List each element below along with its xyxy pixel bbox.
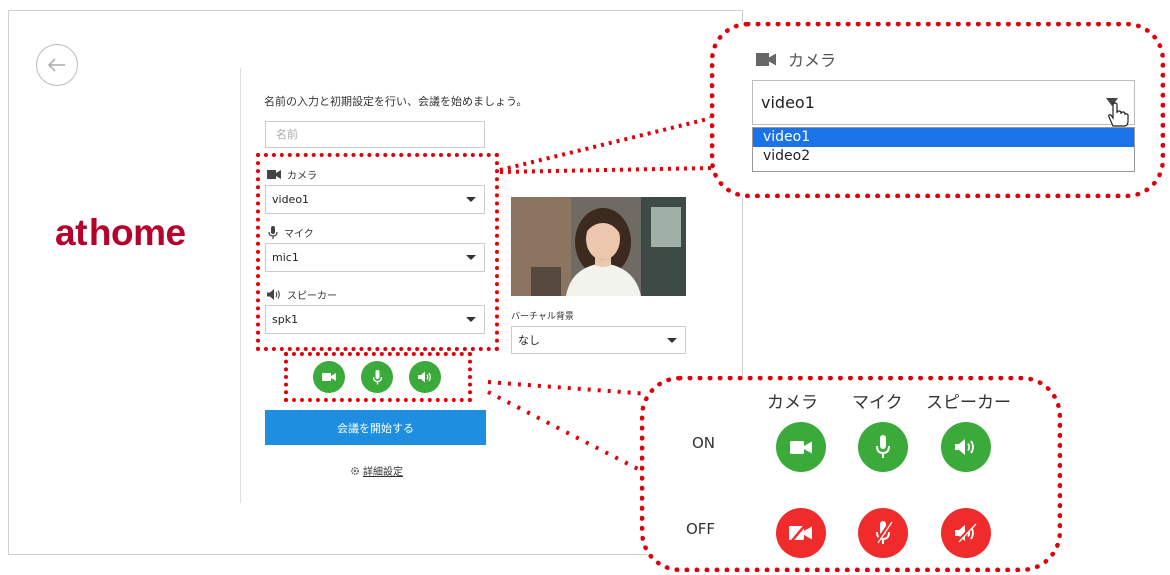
legend-header-mic: マイク [852,393,903,413]
mic-off-icon [875,521,893,544]
speaker-off-icon [955,523,977,543]
legend-mic-off [858,508,908,558]
camera-icon [790,440,812,454]
legend-mic-on [858,422,908,472]
speaker-icon [955,439,974,455]
legend-on-label: ON [692,434,716,452]
callout-camera-select-value: video1 [761,93,815,112]
camera-off-icon [789,524,812,542]
legend-header-camera: カメラ [767,393,818,413]
callout-camera-select[interactable]: video1 [752,80,1135,125]
mic-icon [876,435,890,458]
dropdown-option-video2[interactable]: video2 [753,147,1134,166]
callout-camera-label-row: カメラ [756,47,836,71]
legend-speaker-on [941,422,991,472]
legend-speaker-off [941,508,991,558]
dropdown-option-video1[interactable]: video1 [753,128,1134,147]
legend-off-label: OFF [686,520,716,538]
camera-icon [756,52,776,66]
legend-camera-off [776,508,826,558]
callout-camera-label: カメラ [788,51,837,70]
callout-dropdown-list: video1 video2 [752,127,1135,172]
hand-cursor-icon [1106,98,1129,127]
legend-camera-on [776,422,826,472]
legend-header-speaker: スピーカー [926,393,1011,413]
